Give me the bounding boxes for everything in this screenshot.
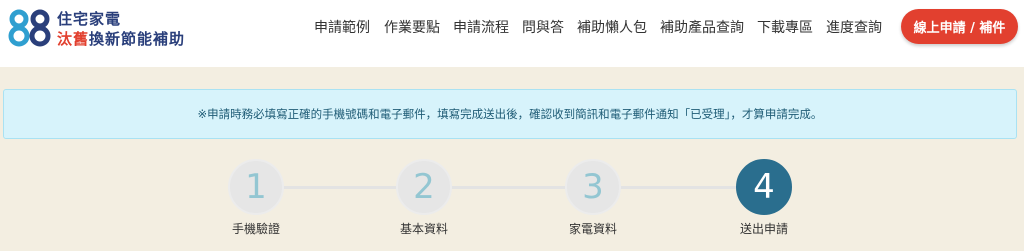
step-2-circle: 2: [396, 159, 452, 215]
nav-item-guidelines[interactable]: 作業要點: [384, 17, 440, 37]
progress-stepper: 1 2 3 4 手機驗證 基本資料 家電資料 送出申請: [0, 150, 1024, 251]
nav-item-examples[interactable]: 申請範例: [314, 17, 370, 37]
notice-text: ※申請時務必填寫正確的手機號碼和電子郵件，填寫完成送出後，確認收到簡訊和電子郵件…: [197, 107, 823, 121]
step-1-circle: 1: [228, 159, 284, 215]
step-connector: [452, 186, 565, 189]
logo-title-rest: 換新節能補助: [89, 30, 186, 48]
step-4-circle-active: 4: [736, 159, 792, 215]
notice-banner: ※申請時務必填寫正確的手機號碼和電子郵件，填寫完成送出後，確認收到簡訊和電子郵件…: [3, 89, 1017, 139]
main-nav: 申請範例 作業要點 申請流程 問與答 補助懶人包 補助產品查詢 下載專區 進度查…: [314, 17, 882, 37]
logo-title-line1: 住宅家電: [57, 10, 122, 28]
step-4-label: 送出申請: [739, 222, 788, 236]
apply-online-button[interactable]: 線上申請 / 補件: [901, 9, 1018, 44]
step-2-label: 基本資料: [399, 222, 448, 236]
nav-item-quick-guide[interactable]: 補助懶人包: [577, 17, 647, 37]
step-1-label: 手機驗證: [231, 222, 280, 236]
nav-item-progress[interactable]: 進度查詢: [826, 17, 882, 37]
nav-item-product-search[interactable]: 補助產品查詢: [660, 17, 744, 37]
step-3-circle: 3: [565, 159, 621, 215]
step-connector: [621, 186, 736, 189]
logo-title-line2: 汰舊換新節能補助: [57, 28, 185, 49]
logo-title-highlight: 汰舊: [57, 30, 90, 48]
nav-item-process[interactable]: 申請流程: [453, 17, 509, 37]
nav-item-downloads[interactable]: 下載專區: [757, 17, 813, 37]
step-connector: [284, 186, 396, 189]
nav-item-faq[interactable]: 問與答: [522, 17, 564, 37]
step-3-label: 家電資料: [568, 222, 617, 236]
logo-88-icon[interactable]: [8, 9, 52, 47]
site-header: 住宅家電 汰舊換新節能補助 申請範例 作業要點 申請流程 問與答 補助懶人包 補…: [0, 0, 1024, 67]
